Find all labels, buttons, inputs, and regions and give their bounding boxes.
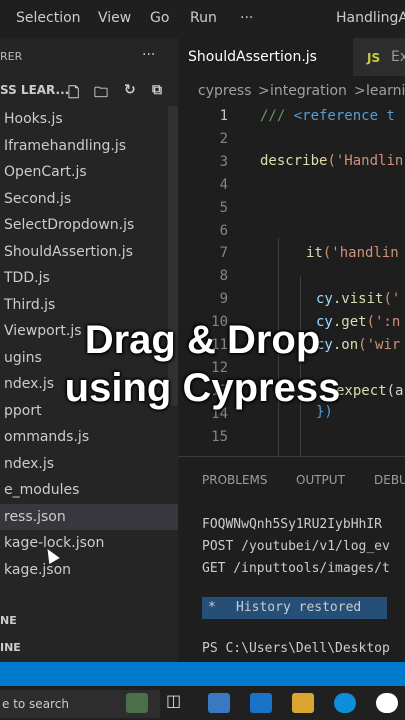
menu-selection[interactable]: Selection <box>16 10 81 26</box>
file-tree-item[interactable]: e_modules <box>0 477 178 503</box>
new-folder-icon[interactable]: 🗀 <box>94 82 108 106</box>
terminal-line: FOQWNwQnh5Sy1RU2IybHhIR <box>202 517 383 532</box>
file-tree-item[interactable]: TDD.js <box>0 265 178 291</box>
explorer-header: RER <box>0 50 23 63</box>
tab-problems[interactable]: PROBLEMS <box>202 473 268 487</box>
file-tree-item[interactable]: SelectDropdown.js <box>0 212 178 238</box>
file-tree-item[interactable]: ShouldAssertion.js <box>0 239 178 265</box>
code-line-9: cy.visit(' <box>316 291 401 307</box>
line-number: 8 <box>219 268 228 285</box>
file-tree-item[interactable]: Hooks.js <box>0 106 178 132</box>
code-line-3: describe('Handlin <box>260 153 404 169</box>
tab-label: ShouldAssertion.js <box>188 49 317 65</box>
explorer-more-button[interactable]: ··· <box>142 47 155 63</box>
history-star: * <box>208 600 216 615</box>
dell-icon[interactable] <box>376 693 398 713</box>
video-title-line-2: using Cypress <box>64 366 341 410</box>
edge-browser-icon[interactable] <box>334 693 356 713</box>
code-line-7: it('handlin <box>306 245 399 261</box>
line-number: 9 <box>219 291 228 308</box>
code-line-1: /// <reference t <box>260 108 395 124</box>
project-folder-header[interactable]: SS LEAR... 🗋 🗀 ↻ ⧉ <box>0 80 178 104</box>
breadcrumb-integration[interactable]: integration <box>270 83 347 99</box>
line-number: 6 <box>219 222 228 239</box>
file-tree-item[interactable]: OpenCart.js <box>0 159 178 185</box>
bottom-panel: PROBLEMS OUTPUT DEBU FOQWNwQnh5Sy1RU2Iyb… <box>178 456 405 663</box>
breadcrumb: cypress > integration > learni <box>178 76 405 106</box>
task-view-icon[interactable]: ◫ <box>166 691 188 711</box>
breadcrumb-cypress[interactable]: cypress <box>198 83 252 99</box>
terminal-prompt[interactable]: PS C:\Users\Dell\Desktop <box>202 641 390 656</box>
tab-debug[interactable]: DEBU <box>374 473 405 487</box>
tab-other[interactable]: JS Ex <box>353 38 405 76</box>
line-number: 5 <box>219 199 228 216</box>
line-number: 3 <box>219 153 228 170</box>
line-number: 7 <box>219 245 228 262</box>
timeline-section[interactable]: INE <box>0 641 21 654</box>
menu-run[interactable]: Run <box>190 10 217 26</box>
line-number: 15 <box>211 428 228 445</box>
line-number: 4 <box>219 176 228 193</box>
status-bar <box>0 662 405 686</box>
outline-section[interactable]: NE <box>0 614 17 627</box>
file-explorer-icon[interactable] <box>292 693 314 713</box>
menu-go[interactable]: Go <box>150 10 169 26</box>
project-name: SS LEAR... <box>0 83 70 97</box>
menu-view[interactable]: View <box>98 10 131 26</box>
history-restored-banner: * History restored <box>202 597 387 619</box>
file-tree-item[interactable]: ndex.js <box>0 451 178 477</box>
history-text: History restored <box>236 600 362 615</box>
app-icon[interactable] <box>208 693 230 713</box>
editor-tabs: ShouldAssertion.js JS Ex <box>178 38 405 77</box>
file-tree-item[interactable]: ommands.js <box>0 424 178 450</box>
file-tree-item[interactable]: Second.js <box>0 186 178 212</box>
file-tree-item[interactable]: kage.json <box>0 557 178 583</box>
line-number: 2 <box>219 130 228 147</box>
file-tree-item[interactable]: Third.js <box>0 292 178 318</box>
breadcrumb-separator: > <box>354 83 366 99</box>
tab-output[interactable]: OUTPUT <box>296 473 345 487</box>
mail-icon[interactable] <box>250 693 272 713</box>
search-highlight-icon <box>126 693 148 713</box>
file-tree-item[interactable]: Iframehandling.js <box>0 133 178 159</box>
menu-more[interactable]: ··· <box>240 10 253 26</box>
file-tree-item[interactable]: kage-lock.json <box>0 530 178 556</box>
tab-label: Ex <box>391 49 405 65</box>
new-file-icon[interactable]: 🗋 <box>68 82 79 106</box>
windows-taskbar: e to search ◫ <box>0 686 405 720</box>
file-tree-item[interactable]: ress.json <box>0 503 178 530</box>
video-title-line-1: Drag & Drop <box>84 318 321 362</box>
terminal-line: POST /youtubei/v1/log_ev <box>202 539 390 554</box>
tab-shouldassertion[interactable]: ShouldAssertion.js <box>178 38 353 77</box>
window-title: HandlingA <box>336 10 405 26</box>
terminal-line: GET /inputtools/images/t <box>202 561 390 576</box>
title-bar: Selection View Go Run ··· HandlingA <box>0 0 405 38</box>
breadcrumb-learning[interactable]: learni <box>366 83 405 99</box>
refresh-icon[interactable]: ↻ <box>124 82 136 98</box>
js-file-icon: JS <box>367 51 381 65</box>
breadcrumb-separator: > <box>258 83 270 99</box>
collapse-all-icon[interactable]: ⧉ <box>152 82 162 98</box>
line-number: 1 <box>219 108 228 124</box>
